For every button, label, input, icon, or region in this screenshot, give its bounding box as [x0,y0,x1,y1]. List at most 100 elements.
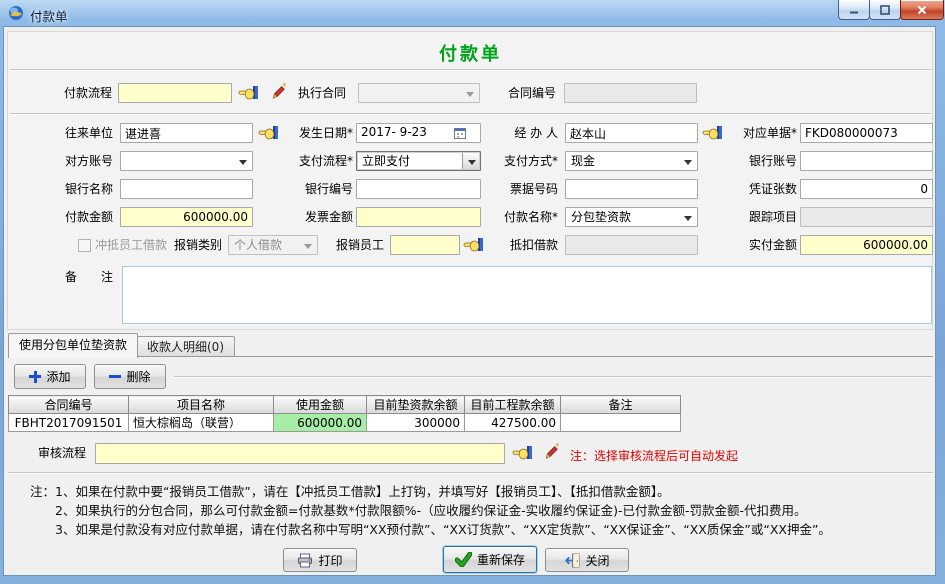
separator [10,113,931,115]
counter-account-label: 对方账号 [18,151,113,171]
invoice-amount-input[interactable] [356,207,481,227]
audit-flow-label: 审核流程 [28,443,86,463]
track-project-input [800,207,933,227]
cell-project-balance[interactable]: 427500.00 [465,414,561,432]
note-line-1: 注：1、如果在付款中要“报销员工借款”，请在【冲抵员工借款】上打钩，并填写好【报… [30,481,670,500]
contract-no-label: 合同编号 [500,83,556,103]
expense-emp-input[interactable] [390,235,460,255]
bill-no-label: 票据号码 [473,179,558,199]
separator [10,69,931,71]
tab-payee-detail[interactable]: 收款人明细(0) [136,336,235,357]
col-used-amount: 使用金额 [274,396,367,414]
actual-amount-label: 实付金额 [710,235,797,255]
bank-account-input[interactable] [800,151,933,171]
note-line-3: 3、如果是付款没有对应付款单据，请在付款名称中写明“XX预付款”、“XX订货款”… [55,519,831,538]
save-button-label: 重新保存 [477,551,525,568]
occur-date-picker[interactable]: 2017- 9-23 [356,123,481,143]
counterparty-input[interactable] [120,123,253,143]
counter-account-combo[interactable] [120,151,253,171]
app-globe-icon [8,5,24,21]
pay-method-label: 支付方式* [473,151,558,171]
title-bar[interactable]: 付款单 [0,0,945,26]
expense-type-value: 个人借款 [234,238,282,252]
expense-emp-label: 报销员工 [326,235,384,255]
pick-hand-icon[interactable] [512,444,534,462]
track-project-label: 跟踪项目 [710,207,797,227]
window-title: 付款单 [30,6,68,25]
payment-order-window: 付款单 付款单 付款流程 执行合同 合同编号 往来单位 [0,0,945,584]
chevron-down-icon [239,160,247,165]
col-advance-balance: 目前垫资款余额 [367,396,465,414]
tab-subcontract-advance[interactable]: 使用分包单位垫资款 [8,333,138,358]
offset-loan-checkbox [78,239,91,252]
payment-flow-label: 付款流程 [40,83,112,103]
advance-usage-table: 合同编号 项目名称 使用金额 目前垫资款余额 目前工程款余额 备注 FBHT20… [8,395,681,432]
print-button[interactable]: 打印 [283,548,357,572]
pay-flow-combo[interactable]: 立即支付 [356,151,481,171]
plus-icon [29,371,41,383]
bank-no-input[interactable] [356,179,481,199]
occur-date-label: 发生日期* [268,123,353,143]
table-header-row: 合同编号 项目名称 使用金额 目前垫资款余额 目前工程款余额 备注 [9,396,681,414]
chevron-down-icon [684,216,692,221]
separator [174,376,932,378]
delete-button[interactable]: 删除 [94,364,166,389]
add-button-label: 添加 [46,368,70,385]
chevron-down-icon [684,160,692,165]
audit-flow-input[interactable] [95,443,505,464]
check-icon [455,552,472,567]
contract-no-input [564,83,697,103]
bank-no-label: 银行编号 [268,179,353,199]
pay-name-label: 付款名称* [473,207,558,227]
tab-label: 使用分包单位垫资款 [19,338,127,352]
remark-label: 备 注 [18,267,113,287]
pay-amount-input[interactable] [120,207,253,227]
minimize-button[interactable] [838,0,870,20]
deduct-loan-input [565,235,698,255]
bank-name-label: 银行名称 [18,179,113,199]
cell-contract-no[interactable]: FBHT2017091501 [9,414,129,432]
edit-pen-icon[interactable] [268,83,288,101]
chevron-down-icon [466,92,474,97]
maximize-button[interactable] [869,0,901,20]
edit-pen-icon[interactable] [541,443,561,461]
exec-contract-combo [358,83,480,103]
cell-used-amount[interactable]: 600000.00 [274,414,367,432]
cell-advance-balance[interactable]: 300000 [367,414,465,432]
actual-amount-input[interactable] [800,235,933,255]
add-button[interactable]: 添加 [14,364,86,389]
bill-no-input[interactable] [565,179,698,199]
bank-name-input[interactable] [120,179,253,199]
cell-remark[interactable] [561,414,681,432]
expense-type-combo: 个人借款 [228,235,318,255]
separator [8,472,933,474]
invoice-amount-label: 发票金额 [268,207,353,227]
pay-method-combo[interactable]: 现金 [565,151,698,171]
counterparty-label: 往来单位 [18,123,113,143]
pay-flow-label: 支付流程* [268,151,353,171]
voucher-count-label: 凭证张数 [710,179,797,199]
agent-input[interactable] [565,123,698,143]
delete-button-label: 删除 [126,368,150,385]
tab-strip-line [8,356,933,357]
ref-doc-input[interactable] [800,123,933,143]
pay-name-combo[interactable]: 分包垫资款 [565,207,698,227]
col-contract-no: 合同编号 [9,396,129,414]
expense-type-label: 报销类别 [160,235,222,255]
col-remark: 备注 [561,396,681,414]
pay-name-value: 分包垫资款 [571,210,631,224]
pick-hand-icon[interactable] [238,84,260,102]
cell-project-name[interactable]: 恒大棕榈岛（联营） [129,414,274,432]
table-row[interactable]: FBHT2017091501 恒大棕榈岛（联营） 600000.00 30000… [9,414,681,432]
bank-account-label: 银行账号 [710,151,797,171]
save-button[interactable]: 重新保存 [443,546,537,573]
exec-contract-label: 执行合同 [292,83,346,103]
close-form-button[interactable]: 关闭 [545,548,629,572]
close-button[interactable] [900,0,944,20]
col-project-balance: 目前工程款余额 [465,396,561,414]
remark-textarea[interactable] [122,266,932,324]
pay-method-value: 现金 [571,154,595,168]
tab-label: 收款人明细(0) [147,340,224,354]
payment-flow-input[interactable] [118,83,232,103]
voucher-count-input[interactable] [800,179,933,199]
